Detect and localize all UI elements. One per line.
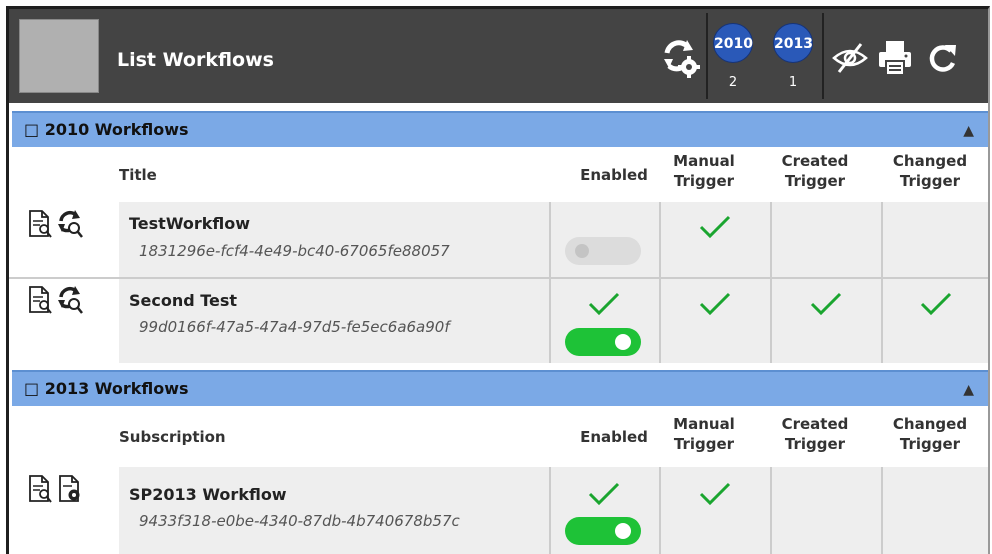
section-title: □ 2010 Workflows	[24, 120, 189, 139]
check-icon	[699, 215, 731, 239]
workflow-id: 9433f318-e0be-4340-87db-4b740678b57c	[139, 512, 460, 530]
check-icon	[699, 292, 731, 316]
enabled-toggle[interactable]	[565, 517, 641, 545]
app-logo	[19, 19, 99, 93]
filter-2013-button[interactable]: 2013 1	[771, 19, 815, 103]
table-row	[119, 467, 988, 554]
collapse-up-icon[interactable]: ▲	[963, 123, 974, 139]
column-header-subscription: Subscription	[119, 428, 226, 446]
inspect-workflow-icon[interactable]	[57, 209, 83, 239]
column-header-created-trigger: Created Trigger	[781, 152, 849, 190]
year-badge-2013: 2013	[773, 23, 813, 63]
header-divider	[706, 13, 708, 99]
section-2010-header[interactable]: □ 2010 Workflows ▲	[12, 111, 988, 147]
check-icon	[920, 292, 952, 316]
check-icon	[588, 482, 620, 506]
year-badge-2010: 2010	[713, 23, 753, 63]
column-header-changed-trigger: Changed Trigger	[892, 415, 968, 453]
column-header-changed-trigger: Changed Trigger	[892, 152, 968, 190]
workflow-title: Second Test	[129, 291, 238, 310]
row-divider	[9, 277, 988, 279]
view-details-icon[interactable]	[27, 474, 53, 504]
view-details-icon[interactable]	[27, 209, 53, 239]
collapse-up-icon[interactable]: ▲	[963, 382, 974, 398]
column-header-manual-trigger: Manual Trigger	[673, 415, 735, 453]
header-divider	[822, 13, 824, 99]
refresh-icon[interactable]	[925, 41, 959, 75]
hide-icon[interactable]	[831, 41, 869, 75]
page-title: List Workflows	[117, 49, 274, 71]
column-header-created-trigger: Created Trigger	[781, 415, 849, 453]
document-settings-icon[interactable]	[57, 474, 83, 504]
column-header-enabled: Enabled	[580, 166, 648, 184]
filter-2010-button[interactable]: 2010 2	[711, 19, 755, 103]
column-header-manual-trigger: Manual Trigger	[673, 152, 735, 190]
workflow-settings-icon[interactable]	[661, 37, 701, 79]
cell-divider	[881, 467, 883, 554]
app-window: List Workflows 2010 2 2013 1 □ 2010 Work…	[6, 6, 990, 554]
workflow-id: 99d0166f-47a5-47a4-97d5-fe5ec6a6a90f	[139, 318, 450, 336]
year-count-2013: 1	[788, 75, 798, 90]
cell-divider	[659, 202, 661, 363]
workflow-title: SP2013 Workflow	[129, 485, 287, 504]
view-details-icon[interactable]	[27, 285, 53, 315]
column-header-enabled: Enabled	[580, 428, 648, 446]
year-count-2010: 2	[728, 75, 738, 90]
cell-divider	[659, 467, 661, 554]
cell-divider	[549, 467, 551, 554]
enabled-toggle[interactable]	[565, 328, 641, 356]
app-header: List Workflows 2010 2 2013 1	[9, 9, 988, 103]
check-icon	[810, 292, 842, 316]
cell-divider	[770, 467, 772, 554]
cell-divider	[549, 202, 551, 363]
check-icon	[588, 292, 620, 316]
workflow-title: TestWorkflow	[129, 214, 251, 233]
cell-divider	[770, 202, 772, 363]
workflow-id: 1831296e-fcf4-4e49-bc40-67065fe88057	[139, 242, 450, 260]
section-2013-header[interactable]: □ 2013 Workflows ▲	[12, 370, 988, 406]
check-icon	[699, 482, 731, 506]
section-title: □ 2013 Workflows	[24, 379, 189, 398]
column-header-title: Title	[119, 166, 157, 184]
inspect-workflow-icon[interactable]	[57, 285, 83, 315]
cell-divider	[881, 202, 883, 363]
print-icon[interactable]	[877, 39, 913, 77]
enabled-toggle[interactable]	[565, 237, 641, 265]
